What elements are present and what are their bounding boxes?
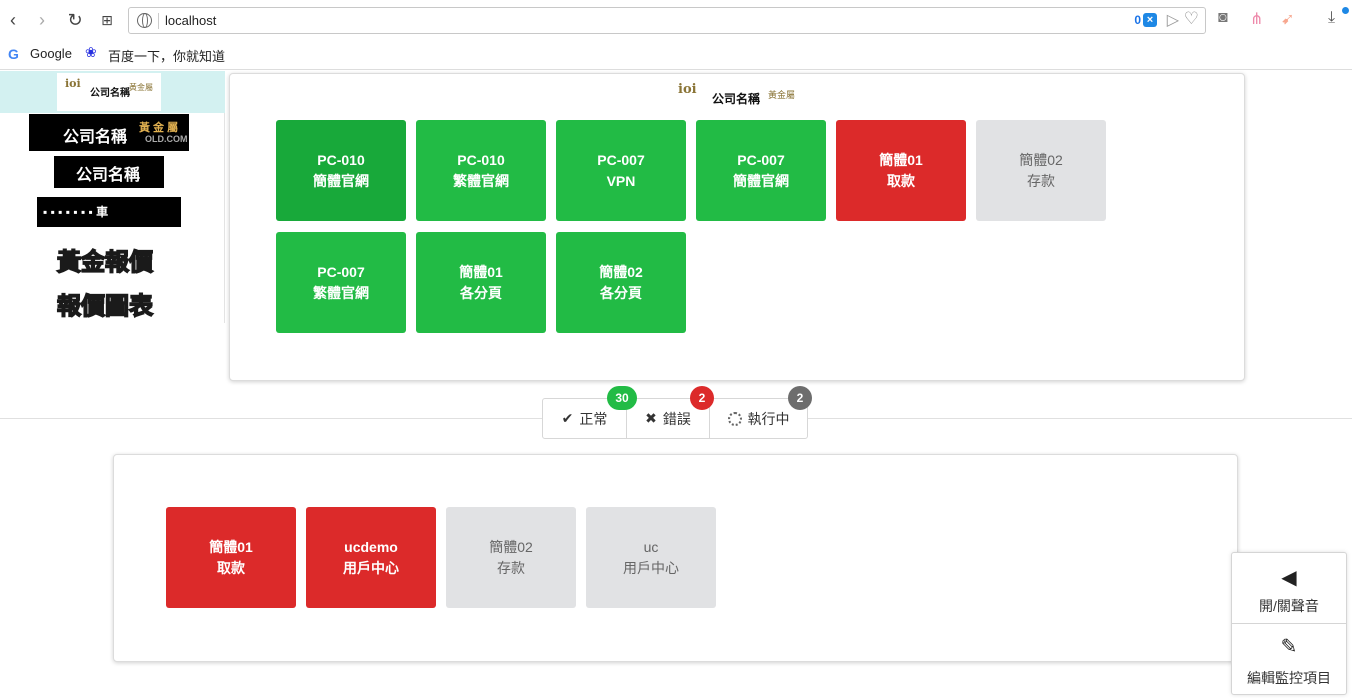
- banner-1[interactable]: 公司名稱 黃 金 屬 OLD.COM: [29, 114, 189, 151]
- logo-gold: 黃金屬: [129, 83, 153, 92]
- error-count-badge: 2: [690, 386, 714, 410]
- tile-issue-simplified01-withdraw[interactable]: 簡體01 取款: [166, 507, 296, 608]
- edit-icon: ✎: [1280, 636, 1298, 658]
- tile-issue-uc[interactable]: uc 用戶中心: [586, 507, 716, 608]
- heart-icon[interactable]: ♡: [1184, 9, 1199, 29]
- logo-mark: ioi: [65, 77, 81, 90]
- address-bar[interactable]: localhost 0 × ▷ ♡: [128, 7, 1206, 34]
- x-icon: ✖: [645, 410, 657, 426]
- tile-issue-ucdemo[interactable]: ucdemo 用戶中心: [306, 507, 436, 608]
- back-icon[interactable]: ‹: [2, 9, 24, 31]
- extension-b-icon[interactable]: ➹: [1281, 9, 1294, 29]
- edit-monitor-button[interactable]: ✎ 編輯監控項目: [1232, 624, 1346, 695]
- ok-count-badge: 30: [607, 386, 637, 410]
- url-text[interactable]: localhost: [165, 13, 216, 28]
- send-icon[interactable]: ▷: [1167, 10, 1179, 30]
- browser-toolbar: ‹ › ↻ ⊞ localhost 0 × ▷ ♡ ◙ ⋔ ➹ ⤓: [0, 0, 1352, 40]
- check-icon: ✔: [561, 410, 574, 426]
- tile-issue-simplified02-deposit[interactable]: 簡體02 存款: [446, 507, 576, 608]
- quote-chart-link[interactable]: 報價圖表: [56, 286, 154, 321]
- globe-icon: [137, 13, 152, 28]
- gold-quote-link[interactable]: 黃金報價: [56, 242, 154, 277]
- running-count-badge: 2: [788, 386, 812, 410]
- camera-icon[interactable]: ◙: [1218, 9, 1228, 27]
- banner-2[interactable]: 公司名稱: [54, 156, 164, 188]
- tile-simplified01-pages[interactable]: 簡體01 各分頁: [416, 232, 546, 333]
- floating-controls: ◀ 開/關聲音 ✎ 編輯監控項目: [1231, 552, 1347, 695]
- panel-logo-name: 公司名稱: [712, 92, 761, 106]
- extension-count: 0: [1134, 13, 1141, 27]
- sidebar-logo[interactable]: ioi 公司名稱 黃金屬: [57, 73, 161, 111]
- speaker-icon: ◀: [1281, 567, 1297, 589]
- bookmark-google[interactable]: Google: [30, 46, 72, 61]
- tile-simplified02-deposit[interactable]: 簡體02 存款: [976, 120, 1106, 221]
- baidu-icon: ❀: [85, 44, 97, 60]
- logo-name: 公司名稱: [90, 88, 130, 99]
- extension-icon[interactable]: ×: [1143, 13, 1157, 27]
- toggle-sound-button[interactable]: ◀ 開/關聲音: [1232, 553, 1346, 624]
- tile-pc007-vpn[interactable]: PC-007 VPN: [556, 120, 686, 221]
- grid-icon[interactable]: ⊞: [96, 9, 118, 31]
- extension-a-icon[interactable]: ⋔: [1250, 9, 1263, 29]
- reload-icon[interactable]: ↻: [64, 9, 86, 31]
- panel-logo-mark: ioi: [678, 82, 697, 97]
- notification-dot: [1342, 7, 1349, 14]
- tile-pc007-simplified[interactable]: PC-007 簡體官網: [696, 120, 826, 221]
- bookmarks-bar: G Google ❀ 百度一下，你就知道: [0, 40, 1352, 70]
- bookmark-baidu[interactable]: 百度一下，你就知道: [108, 46, 225, 65]
- status-legend: ✔ 正常 ✖ 錯誤 執行中: [542, 398, 808, 439]
- spinner-icon: [727, 411, 742, 426]
- address-separator: [158, 13, 159, 29]
- tile-pc007-traditional[interactable]: PC-007 繁體官網: [276, 232, 406, 333]
- panel-logo-gold: 黃金屬: [768, 90, 796, 100]
- monitor-panel-all: ioi 公司名稱 黃金屬 PC-010 簡體官網 PC-010 繁體官網 PC-00…: [229, 73, 1245, 381]
- tile-simplified02-pages[interactable]: 簡體02 各分頁: [556, 232, 686, 333]
- tile-pc010-traditional[interactable]: PC-010 繁體官網: [416, 120, 546, 221]
- sidebar-header: ioi 公司名稱 黃金屬: [0, 71, 225, 113]
- google-icon: G: [8, 46, 19, 62]
- forward-icon[interactable]: ›: [31, 9, 53, 31]
- sidebar: ioi 公司名稱 黃金屬 公司名稱 黃 金 屬 OLD.COM 公司名稱 ▪ ▪…: [0, 71, 225, 323]
- monitor-panel-issues: 簡體01 取款 ucdemo 用戶中心 簡體02 存款 uc 用戶中心: [113, 454, 1238, 662]
- tile-pc010-simplified[interactable]: PC-010 簡體官網: [276, 120, 406, 221]
- banner-3[interactable]: ▪ ▪ ▪ ▪ ▪ ▪ ▪ 車: [37, 197, 181, 227]
- download-icon[interactable]: ⤓: [1328, 9, 1335, 27]
- tile-simplified01-withdraw[interactable]: 簡體01 取款: [836, 120, 966, 221]
